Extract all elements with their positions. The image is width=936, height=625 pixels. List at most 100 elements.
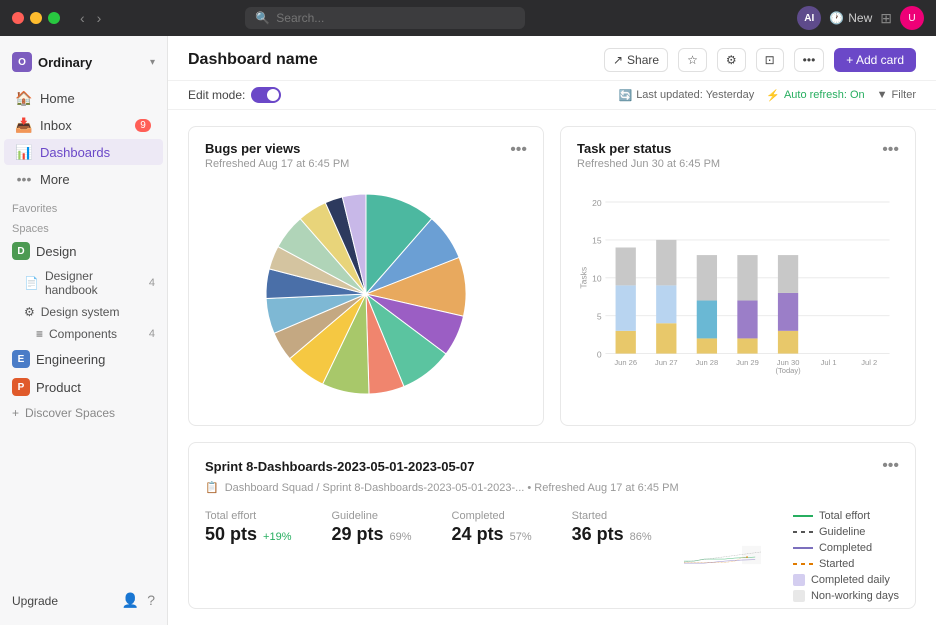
add-card-button[interactable]: + Add card xyxy=(834,48,916,72)
legend-completed-daily-swatch xyxy=(793,574,805,586)
sidebar-item-more[interactable]: ••• More xyxy=(4,166,163,192)
started-value: 36 pts xyxy=(572,524,624,545)
bar-chart-svg: 05101520TasksJun 26Jun 27Jun 28Jun 29Jun… xyxy=(577,182,899,402)
components-label: Components xyxy=(49,327,117,341)
grid-icon[interactable]: ⊞ xyxy=(880,10,892,27)
started-change: 86% xyxy=(630,531,652,543)
sidebar-item-designer-handbook[interactable]: 📄 Designer handbook 4 xyxy=(0,265,167,301)
sidebar-item-product[interactable]: P Product xyxy=(0,373,167,401)
sprint-title: Sprint 8-Dashboards-2023-05-01-2023-05-0… xyxy=(205,459,475,474)
expand-icon: ⊡ xyxy=(765,53,775,67)
edit-mode-toggle[interactable] xyxy=(251,87,281,103)
bar-card-subtitle: Refreshed Jun 30 at 6:45 PM xyxy=(577,158,720,170)
auto-refresh-icon: ⚡ xyxy=(766,89,780,102)
svg-text:10: 10 xyxy=(592,274,602,284)
user-icon[interactable]: 👤 xyxy=(122,592,139,609)
design-label: Design xyxy=(36,244,76,259)
sprint-content: Total effort 50 pts +19% Guideline 29 pt… xyxy=(189,502,915,609)
minimize-dot[interactable] xyxy=(30,12,42,24)
app-container: O Ordinary ▾ 🏠 Home 📥 Inbox 9 📊 Dashboar… xyxy=(0,36,936,625)
ai-badge[interactable]: AI xyxy=(797,6,821,30)
sidebar-nav: 🏠 Home 📥 Inbox 9 📊 Dashboards ••• More xyxy=(0,80,167,197)
edit-mode-control: Edit mode: xyxy=(188,87,281,103)
sprint-legend: Total effort Guideline Completed St xyxy=(777,502,915,609)
design-space-icon: D xyxy=(12,242,30,260)
gear-icon: ⚙ xyxy=(726,53,737,67)
legend-completed: Completed xyxy=(793,542,899,554)
titlebar-right: AI 🕐 New ⊞ U xyxy=(797,6,924,30)
plus-icon: + xyxy=(12,406,19,420)
legend-total-effort: Total effort xyxy=(793,510,899,522)
sidebar-item-home[interactable]: 🏠 Home xyxy=(4,85,163,111)
workspace-selector[interactable]: O Ordinary ▾ xyxy=(0,44,167,80)
auto-refresh-button[interactable]: ⚡ Auto refresh: On xyxy=(766,89,864,102)
svg-text:Jun 27: Jun 27 xyxy=(655,358,678,367)
product-label: Product xyxy=(36,380,81,395)
pie-chart-svg xyxy=(256,184,476,404)
sprint-card-header: Sprint 8-Dashboards-2023-05-01-2023-05-0… xyxy=(189,443,915,479)
started-stat: Started 36 pts 86% xyxy=(572,510,652,545)
svg-text:15: 15 xyxy=(592,236,602,246)
legend-total-effort-line xyxy=(793,515,813,517)
started-label: Started xyxy=(572,510,652,522)
search-input[interactable] xyxy=(276,11,515,25)
new-button[interactable]: 🕐 New xyxy=(829,11,872,25)
sidebar-item-components[interactable]: ≡ Components 4 xyxy=(0,323,167,345)
search-bar[interactable]: 🔍 xyxy=(245,7,525,29)
share-button[interactable]: ↗ Share xyxy=(604,48,668,72)
pie-card-header: Bugs per views Refreshed Aug 17 at 6:45 … xyxy=(189,127,543,174)
content-header: Dashboard name ↗ Share ☆ ⚙ ⊡ ••• + xyxy=(168,36,936,81)
sprint-meta-text: Dashboard Squad / Sprint 8-Dashboards-20… xyxy=(225,482,679,494)
completed-stat: Completed 24 pts 57% xyxy=(452,510,532,545)
more-options-button[interactable]: ••• xyxy=(794,48,825,72)
settings-button[interactable]: ⚙ xyxy=(717,48,746,72)
discover-spaces-label: Discover Spaces xyxy=(25,406,115,420)
close-dot[interactable] xyxy=(12,12,24,24)
charts-row: Bugs per views Refreshed Aug 17 at 6:45 … xyxy=(188,126,916,426)
back-arrow[interactable]: ‹ xyxy=(76,8,89,28)
legend-guideline-line xyxy=(793,531,813,533)
filter-button[interactable]: ▼ Filter xyxy=(877,89,916,101)
favorites-section-label: Favorites xyxy=(0,197,167,217)
product-space-icon: P xyxy=(12,378,30,396)
sidebar-item-dashboards[interactable]: 📊 Dashboards xyxy=(4,139,163,165)
pie-card-menu-icon[interactable]: ••• xyxy=(510,141,527,159)
sidebar-item-design-system[interactable]: ⚙ Design system xyxy=(0,301,167,323)
more-label: More xyxy=(40,172,151,187)
sidebar-item-design[interactable]: D Design xyxy=(0,237,167,265)
bar-card-menu-icon[interactable]: ••• xyxy=(882,141,899,159)
expand-button[interactable]: ⊡ xyxy=(756,48,784,72)
svg-text:0: 0 xyxy=(597,349,602,359)
star-button[interactable]: ☆ xyxy=(678,48,707,72)
svg-text:20: 20 xyxy=(592,198,602,208)
auto-refresh-text: Auto refresh: On xyxy=(784,89,865,101)
discover-spaces-button[interactable]: + Discover Spaces xyxy=(0,401,167,425)
sidebar-item-engineering[interactable]: E Engineering xyxy=(0,345,167,373)
upgrade-button[interactable]: Upgrade xyxy=(12,594,116,608)
maximize-dot[interactable] xyxy=(48,12,60,24)
legend-guideline: Guideline xyxy=(793,526,899,538)
legend-completed-line xyxy=(793,547,813,549)
total-effort-change: +19% xyxy=(263,531,291,543)
forward-arrow[interactable]: › xyxy=(93,8,106,28)
star-icon: ☆ xyxy=(687,53,698,67)
sidebar-footer: Upgrade 👤 ? xyxy=(0,584,167,617)
designer-handbook-count: 4 xyxy=(149,277,155,289)
legend-started: Started xyxy=(793,558,899,570)
inbox-label: Inbox xyxy=(40,118,127,133)
dashboards-label: Dashboards xyxy=(40,145,151,160)
pie-card-title: Bugs per views xyxy=(205,141,349,156)
bar-card-title: Task per status xyxy=(577,141,720,156)
edit-mode-label: Edit mode: xyxy=(188,88,245,102)
avatar[interactable]: U xyxy=(900,6,924,30)
engineering-space-icon: E xyxy=(12,350,30,368)
dashboard-squad-icon: 📋 xyxy=(205,481,219,494)
help-icon[interactable]: ? xyxy=(147,592,155,609)
legend-total-effort-label: Total effort xyxy=(819,510,870,522)
legend-guideline-label: Guideline xyxy=(819,526,865,538)
share-icon: ↗ xyxy=(613,53,623,67)
toolbar-right: 🔄 Last updated: Yesterday ⚡ Auto refresh… xyxy=(618,89,916,102)
sidebar-item-inbox[interactable]: 📥 Inbox 9 xyxy=(4,112,163,138)
legend-started-label: Started xyxy=(819,558,854,570)
sprint-card-menu-icon[interactable]: ••• xyxy=(882,457,899,475)
